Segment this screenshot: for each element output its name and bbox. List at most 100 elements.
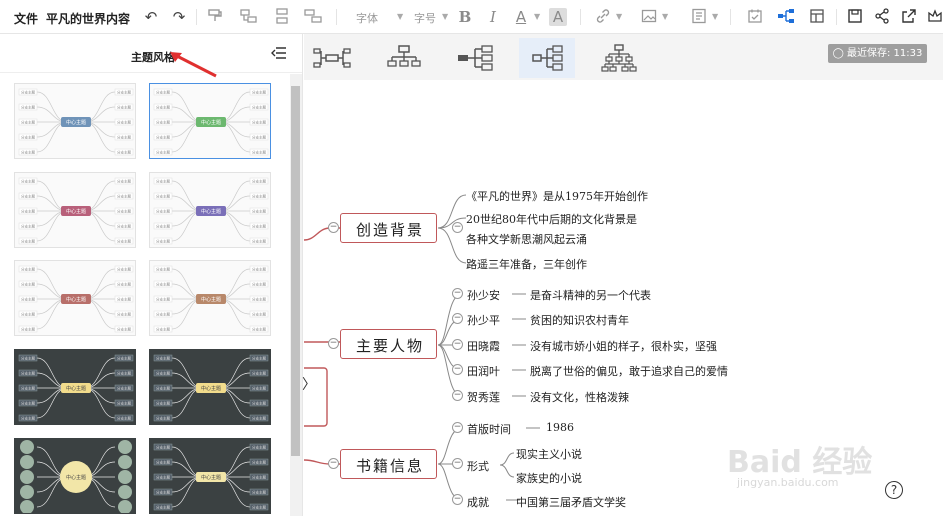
collapse-left-icon[interactable] (271, 47, 286, 63)
layout-icon[interactable] (808, 8, 826, 26)
font-family-select[interactable]: 字体 (356, 10, 378, 26)
layout-mindmap-button[interactable] (304, 38, 360, 78)
theme-preview-card[interactable]: 分支主题 分支主题 分支主题 分支主题 分支主题 分支主题 分支主题 分支主题 分支主题 分支主题… (149, 349, 271, 425)
info-value[interactable]: 中国第三届矛盾文学奖 (516, 494, 626, 510)
theme-preview-card[interactable]: 分支主题 分支主题 分支主题 分支主题 分支主题 分支主题 分支主题 分支主题 分支主题 分支主题… (14, 83, 136, 159)
insert-parent-icon[interactable] (304, 8, 322, 26)
info-label[interactable]: 形式 (467, 458, 489, 474)
document-title[interactable]: 平凡的世界内容 (46, 10, 130, 27)
insert-child-icon[interactable] (240, 8, 258, 26)
org-multi-icon (601, 44, 637, 72)
italic-button[interactable]: I (484, 8, 502, 26)
info-value[interactable]: 1986 (546, 421, 574, 434)
save-icon[interactable] (846, 8, 864, 26)
info-value[interactable]: 现实主义小说 (516, 446, 582, 462)
theme-preview-card[interactable]: 分支主题 分支主题 分支主题 分支主题 分支主题 分支主题 分支主题 分支主题 分支主题 分支主题… (149, 172, 271, 248)
layout-tree-right-button[interactable] (448, 38, 504, 78)
svg-text:分支主题: 分支主题 (156, 120, 170, 125)
svg-text:中心主题: 中心主题 (201, 208, 221, 215)
structure-icon[interactable] (777, 8, 795, 26)
format-painter-icon[interactable] (206, 8, 224, 26)
crown-icon[interactable] (926, 8, 943, 26)
undo-icon[interactable]: ↶ (142, 8, 160, 26)
chevron-down-icon[interactable]: ▼ (397, 12, 403, 21)
topic-label: 书籍信息 (356, 457, 425, 475)
chevron-down-icon[interactable]: ▼ (712, 12, 718, 21)
character-desc[interactable]: 是奋斗精神的另一个代表 (530, 287, 651, 303)
collapse-toggle-icon[interactable]: − (452, 222, 463, 233)
font-size-select[interactable]: 字号 (414, 10, 436, 26)
collapse-toggle-icon[interactable]: − (452, 422, 463, 433)
scrollbar-thumb[interactable] (291, 86, 300, 456)
subtopic-text[interactable]: 《平凡的世界》是从1975年开始创作 (466, 188, 648, 204)
character-name[interactable]: 孙少安 (467, 287, 500, 303)
theme-preview-card[interactable]: 分支主题 分支主题 分支主题 分支主题 分支主题 分支主题 分支主题 分支主题 分支主题 分支主题… (149, 438, 271, 514)
svg-text:分支主题: 分支主题 (21, 179, 35, 184)
theme-preview-card[interactable]: 分支主题 分支主题 分支主题 分支主题 分支主题 分支主题 分支主题 分支主题 分支主题 分支主题… (14, 260, 136, 336)
highlight-button[interactable]: A (549, 8, 567, 26)
character-name[interactable]: 孙少平 (467, 312, 500, 328)
collapse-toggle-icon[interactable]: − (452, 313, 463, 324)
theme-preview-card[interactable]: 中心主题 (14, 438, 136, 514)
file-menu[interactable]: 文件 (14, 10, 38, 27)
character-desc[interactable]: 没有城市娇小姐的样子，很朴实，坚强 (530, 338, 717, 354)
share-icon[interactable] (873, 8, 891, 26)
character-desc[interactable]: 脱离了世俗的偏见，敢于追求自己的爱情 (530, 363, 728, 379)
bold-button[interactable]: B (456, 8, 474, 26)
svg-text:分支主题: 分支主题 (21, 356, 35, 361)
svg-text:中心主题: 中心主题 (201, 119, 221, 126)
chevron-down-icon[interactable]: ▼ (662, 12, 668, 21)
character-desc[interactable]: 没有文化，性格泼辣 (530, 389, 629, 405)
svg-text:分支主题: 分支主题 (156, 327, 170, 332)
task-icon[interactable] (746, 8, 764, 26)
link-icon[interactable] (594, 8, 612, 26)
redo-icon[interactable]: ↷ (170, 8, 188, 26)
theme-preview-card[interactable]: 分支主题 分支主题 分支主题 分支主题 分支主题 分支主题 分支主题 分支主题 分支主题 分支主题… (14, 349, 136, 425)
theme-thumbnail-icon: 分支主题 分支主题分支主题 分支主题分支主题 分支主题分支主题 分支主题分支主题 分支主题… (153, 443, 269, 511)
svg-text:分支主题: 分支主题 (117, 120, 131, 125)
theme-preview-card[interactable]: 分支主题 分支主题 分支主题 分支主题 分支主题 分支主题 分支主题 分支主题 分支主题 分支主题… (14, 172, 136, 248)
info-label[interactable]: 成就 (467, 494, 489, 510)
collapse-toggle-icon[interactable]: − (452, 390, 463, 401)
collapse-toggle-icon[interactable]: − (452, 494, 463, 505)
image-icon[interactable] (640, 8, 658, 26)
collapse-toggle-icon[interactable]: − (328, 222, 339, 233)
info-value[interactable]: 家族史的小说 (516, 470, 582, 486)
collapse-toggle-icon[interactable]: − (452, 339, 463, 350)
collapse-toggle-icon[interactable]: − (452, 288, 463, 299)
info-label[interactable]: 首版时间 (467, 421, 511, 437)
tree-right-icon (532, 45, 563, 71)
svg-text:分支主题: 分支主题 (21, 297, 35, 302)
theme-preview-card[interactable]: 分支主题 分支主题 分支主题 分支主题 分支主题 分支主题 分支主题 分支主题 分支主题 分支主题… (149, 83, 271, 159)
character-name[interactable]: 贺秀莲 (467, 389, 500, 405)
collapse-toggle-icon[interactable]: − (452, 458, 463, 469)
export-icon[interactable] (900, 8, 918, 26)
layout-org-multi-button[interactable] (591, 38, 647, 78)
character-name[interactable]: 田润叶 (467, 363, 500, 379)
collapse-toggle-icon[interactable]: − (328, 338, 339, 349)
subtopic-text[interactable]: 20世纪80年代中后期的文化背景是 (466, 211, 637, 227)
layout-org-down-button[interactable] (376, 38, 432, 78)
expand-left-icon[interactable]: 〉 (302, 374, 316, 394)
layout-tree-active-button[interactable] (519, 38, 575, 78)
chevron-down-icon[interactable]: ▼ (616, 12, 622, 21)
character-name[interactable]: 田晓霞 (467, 338, 500, 354)
svg-text:分支主题: 分支主题 (21, 416, 35, 421)
theme-preview-card[interactable]: 分支主题 分支主题 分支主题 分支主题 分支主题 分支主题 分支主题 分支主题 分支主题 分支主题… (149, 260, 271, 336)
svg-text:分支主题: 分支主题 (252, 105, 266, 110)
character-desc[interactable]: 贫困的知识农村青年 (530, 312, 629, 328)
font-color-button[interactable]: A (512, 8, 530, 26)
subtopic-text[interactable]: 各种文学新思潮风起云涌 (466, 231, 587, 247)
divider (580, 9, 581, 25)
help-button[interactable]: ? (885, 481, 903, 499)
chevron-down-icon[interactable]: ▼ (442, 12, 448, 21)
collapse-toggle-icon[interactable]: − (452, 364, 463, 375)
svg-text:分支主题: 分支主题 (21, 401, 35, 406)
svg-text:中心主题: 中心主题 (66, 296, 86, 303)
insert-sibling-icon[interactable] (273, 8, 291, 26)
chevron-down-icon[interactable]: ▼ (534, 12, 540, 21)
svg-text:分支主题: 分支主题 (156, 371, 170, 376)
collapse-toggle-icon[interactable]: − (328, 458, 339, 469)
note-icon[interactable] (690, 8, 708, 26)
subtopic-text[interactable]: 路遥三年准备，三年创作 (466, 256, 587, 272)
